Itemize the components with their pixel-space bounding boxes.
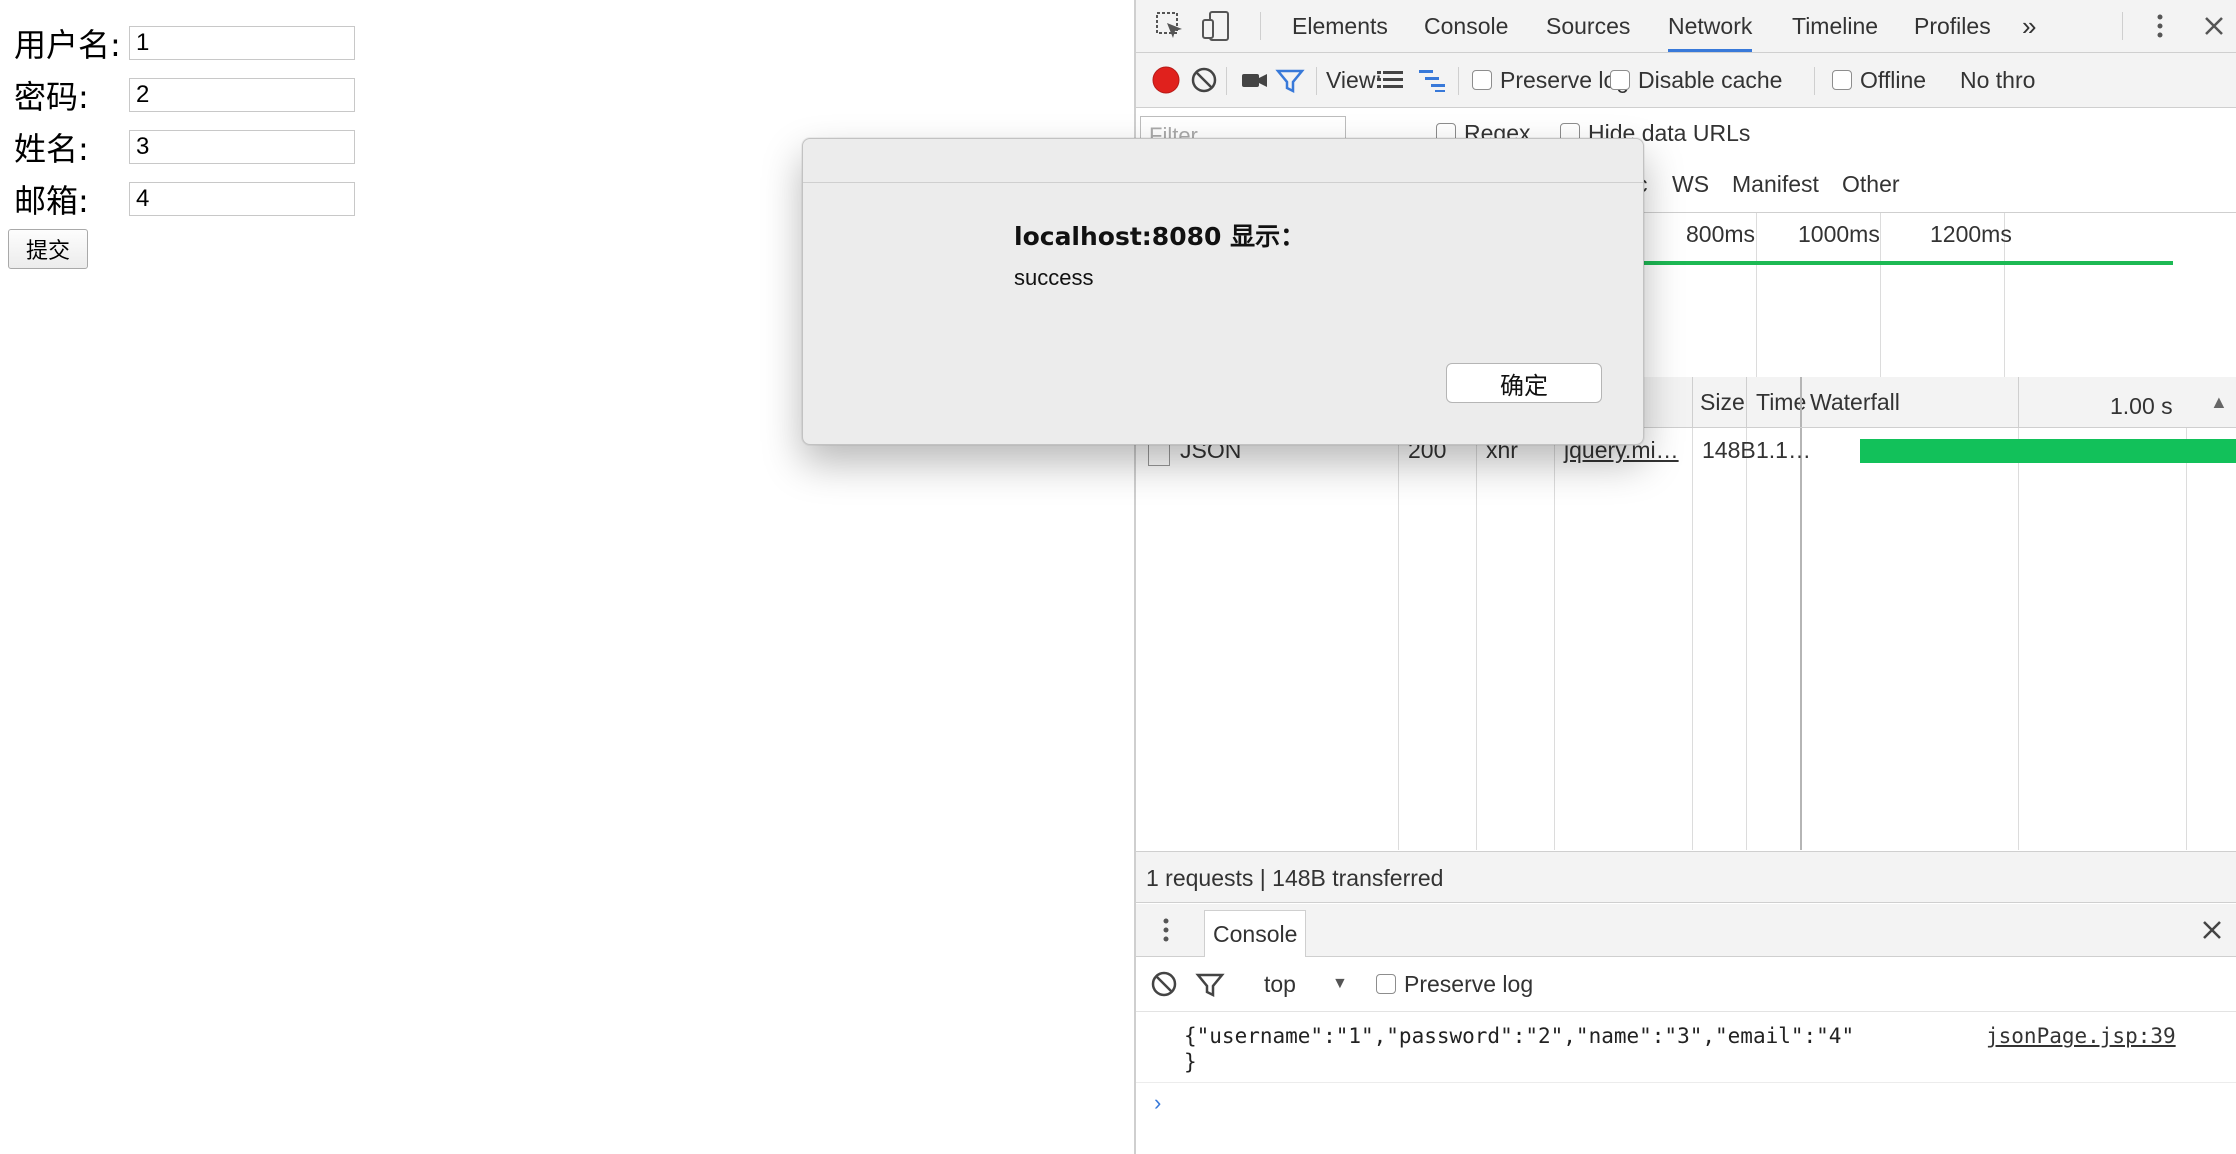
tab-network[interactable]: Network — [1668, 0, 1753, 52]
username-row: 用户名: — [14, 23, 355, 64]
overview-icon[interactable] — [1414, 62, 1450, 98]
type-filter-other[interactable]: Other — [1842, 158, 1900, 210]
offline-checkbox[interactable] — [1832, 70, 1852, 90]
console-message-line1: {"username":"1","password":"2","name":"3… — [1184, 1024, 1855, 1048]
context-selector[interactable]: top — [1264, 957, 1296, 1011]
record-icon[interactable] — [1148, 62, 1184, 98]
type-filter-manifest[interactable]: Manifest — [1732, 158, 1819, 210]
request-time: 1.1… — [1756, 437, 1811, 463]
console-preserve-log-label: Preserve log — [1404, 971, 1534, 997]
submit-button[interactable]: 提交 — [8, 229, 88, 269]
inspect-element-icon[interactable] — [1152, 8, 1188, 44]
timeline-tick: 800ms — [1686, 221, 1756, 247]
timeline-request-bar — [1636, 261, 2173, 265]
drawer-menu-icon[interactable] — [1148, 912, 1184, 948]
ok-button[interactable]: 确定 — [1446, 363, 1602, 403]
preserve-log-checkbox[interactable] — [1472, 70, 1492, 90]
name-label: 姓名: — [14, 130, 89, 168]
console-message: {"username":"1","password":"2","name":"3… — [1136, 1012, 2236, 1083]
name-input[interactable] — [129, 130, 355, 164]
chevron-down-icon[interactable]: ▼ — [1332, 957, 1348, 1011]
tab-sources[interactable]: Sources — [1546, 0, 1630, 52]
close-devtools-icon[interactable] — [2196, 8, 2232, 44]
filter-icon[interactable] — [1272, 62, 1308, 98]
capture-screenshots-icon[interactable] — [1236, 62, 1272, 98]
requests-table-body: JSON 200 xhr jquery.mi… 148B 1.1… — [1136, 428, 2236, 850]
console-source-link[interactable]: jsonPage.jsp:39 — [1986, 1024, 2176, 1048]
username-input[interactable] — [129, 26, 355, 60]
dialog-titlebar — [803, 139, 1643, 183]
sort-arrow-icon[interactable]: ▲ — [2210, 377, 2228, 427]
console-filter-icon[interactable] — [1192, 966, 1228, 1002]
header-time[interactable]: Time — [1756, 377, 1806, 427]
offline-label: Offline — [1860, 67, 1927, 93]
dialog-title: localhost:8080 显示： — [1014, 222, 1306, 251]
network-toolbar: View: Preserve log Disable cache Offline… — [1136, 53, 2236, 108]
password-label: 密码: — [14, 78, 89, 116]
clear-console-icon[interactable] — [1146, 966, 1182, 1002]
request-size: 148B — [1702, 437, 1756, 463]
timeline-tick: 1200ms — [1930, 221, 2012, 247]
header-waterfall[interactable]: Waterfall — [1810, 377, 1900, 427]
waterfall-scale: 1.00 s — [2110, 393, 2173, 419]
disable-cache-label: Disable cache — [1638, 67, 1783, 93]
tab-elements[interactable]: Elements — [1292, 0, 1388, 52]
email-label: 邮箱: — [14, 182, 89, 220]
more-tabs-icon[interactable]: » — [2022, 0, 2036, 52]
password-input[interactable] — [129, 78, 355, 112]
throttling-select[interactable]: No thro — [1960, 53, 2035, 107]
header-size[interactable]: Size — [1700, 377, 1745, 427]
type-filter-ws[interactable]: WS — [1672, 158, 1709, 210]
timeline-tick: 1000ms — [1798, 221, 1880, 247]
password-row: 密码: — [14, 75, 355, 116]
tab-console[interactable]: Console — [1424, 0, 1508, 52]
drawer-tab-console[interactable]: Console — [1204, 910, 1307, 957]
network-summary: 1 requests | 148B transferred — [1136, 851, 2236, 903]
waterfall-bar — [1860, 439, 2236, 463]
kebab-menu-icon[interactable] — [2142, 8, 2178, 44]
alert-dialog: localhost:8080 显示： success 确定 — [802, 138, 1644, 445]
tab-timeline[interactable]: Timeline — [1792, 0, 1878, 52]
device-toolbar-icon[interactable] — [1198, 8, 1234, 44]
drawer-tab-bar: Console — [1136, 904, 2236, 957]
devtools-tab-bar: Elements Console Sources Network Timelin… — [1136, 0, 2236, 53]
large-rows-icon[interactable] — [1372, 62, 1408, 98]
console-message-line2: } — [1184, 1050, 1197, 1074]
name-row: 姓名: — [14, 127, 355, 168]
email-input[interactable] — [129, 182, 355, 216]
console-toolbar: top ▼ Preserve log — [1136, 957, 2236, 1012]
close-drawer-icon[interactable] — [2194, 912, 2230, 948]
username-label: 用户名: — [14, 26, 121, 64]
email-row: 邮箱: — [14, 179, 355, 220]
tab-profiles[interactable]: Profiles — [1914, 0, 1991, 52]
console-preserve-log-checkbox[interactable] — [1376, 974, 1396, 994]
clear-icon[interactable] — [1186, 62, 1222, 98]
dialog-message: success — [1014, 265, 1094, 290]
disable-cache-checkbox[interactable] — [1610, 70, 1630, 90]
console-prompt-icon[interactable]: › — [1154, 1090, 1161, 1116]
